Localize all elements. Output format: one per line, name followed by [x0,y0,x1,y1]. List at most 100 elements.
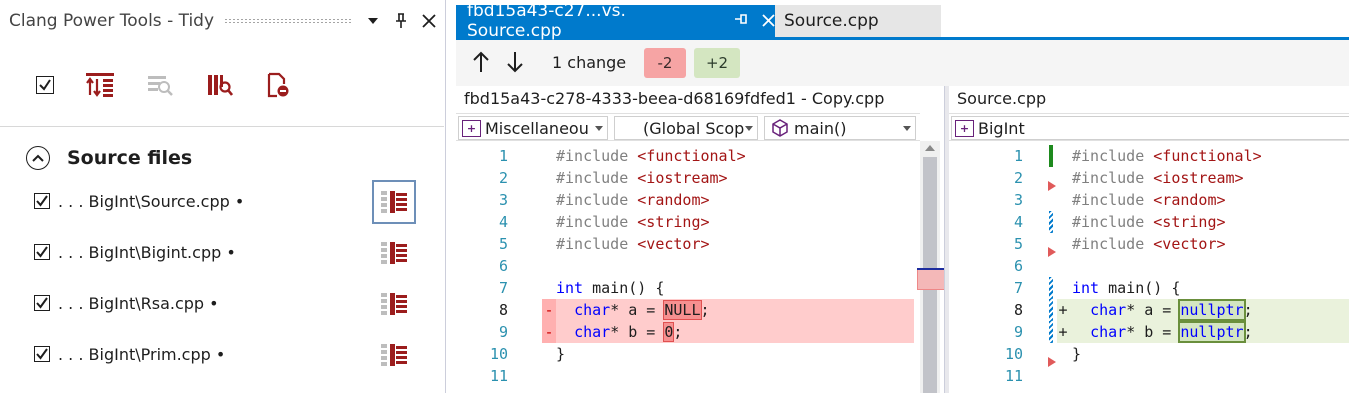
left-file-caption: fbd15a43-c278-4333-beea-d68169fdfed1 - C… [464,89,885,108]
left-vertical-scrollbar[interactable] [920,141,940,393]
section-title: Source files [67,147,193,169]
tidy-file-button[interactable] [372,282,416,326]
code-token: #include [1072,235,1154,253]
code-line: 7 int main() { [456,277,944,299]
scope-combo[interactable]: (Global Scop [614,116,758,140]
window-menu-button[interactable] [362,10,384,32]
title-grip[interactable] [224,18,352,24]
method-cube-icon [771,119,789,137]
tidy-refresh-button[interactable] [205,70,235,100]
caret-position-marker [917,268,944,270]
file-label: . . . BigInt\Rsa.cpp • [58,293,219,313]
code-text: char* a = nullptr; [1072,299,1253,321]
tab-label: Source.cpp [784,11,879,31]
code-line: 1 #include <functional> [456,145,944,167]
tidy-discard-button[interactable] [145,70,175,100]
pin-button[interactable] [390,10,412,32]
tidy-file-button[interactable] [372,180,416,224]
code-token: char [1090,301,1127,319]
added-token: nullptr [1178,321,1246,343]
code-token: char [574,301,611,319]
chevron-up-icon [32,154,44,162]
change-arrow-marker [1048,357,1056,367]
line-number: 8 [498,301,508,319]
file-remove-icon [267,72,289,98]
added-lines-badge: +2 [694,48,740,78]
project-combo[interactable]: + BigInt [951,116,1349,140]
code-line: 11 [456,365,944,387]
cpp-file-icon: + [462,119,481,137]
tab-diff[interactable]: fbd15a43-c27...vs. Source.cpp [456,1,775,41]
code-token: <random> [1153,191,1226,209]
close-button[interactable] [418,10,440,32]
added-line-marker: + [1058,301,1068,319]
code-token: <string> [1153,213,1226,231]
code-token: #include [556,235,638,253]
chevron-down-icon [595,126,603,131]
file-checkbox[interactable] [34,346,50,362]
code-line: 10} [456,343,944,365]
tidy-fix-button[interactable] [85,70,115,100]
tidy-file-button[interactable] [372,231,416,275]
tab-source-cpp[interactable]: Source.cpp [775,5,941,37]
code-text: char* a = NULL; [556,299,710,321]
document-tab-strip: fbd15a43-c27...vs. Source.cpp Source.cpp [456,0,1349,41]
project-combo-value: Miscellaneou [485,118,589,138]
line-number: 1 [1013,147,1023,165]
code-text: #include <string> [1072,211,1226,233]
tab-close-icon[interactable] [762,12,775,31]
file-row-rsa-cpp[interactable]: . . . BigInt\Rsa.cpp • [34,288,424,318]
scope-combo-value: (Global Scop [643,118,745,138]
line-number: 9 [1013,323,1023,341]
code-token: * a = [1126,301,1181,319]
code-text: #include <iostream> [556,167,728,189]
checkmark-icon [36,348,48,360]
line-number: 8 [1013,301,1023,319]
previous-change-button[interactable] [470,50,492,74]
code-token: <vector> [1153,235,1226,253]
line-number: 3 [498,191,508,209]
code-token: } [556,345,566,363]
deleted-line-marker: - [542,321,556,343]
code-token: #include [556,191,638,209]
file-remove-button[interactable] [263,70,293,100]
deleted-line-marker: - [542,299,556,321]
tidy-file-icon [381,344,407,366]
select-all-checkbox[interactable] [30,70,60,100]
scroll-up-icon[interactable] [925,145,935,151]
code-token: int [556,279,584,297]
line-number: 6 [498,257,508,275]
right-code-area[interactable]: 1 #include <functional> 2 #include <iostrea… [949,143,1349,393]
file-row-source-cpp[interactable]: . . . BigInt\Source.cpp • [34,180,424,224]
change-arrow-marker [1048,247,1056,257]
checkmark-icon [36,195,48,207]
tidy-file-button[interactable] [372,333,416,377]
unsaved-change-bar [1049,277,1053,299]
tidy-refresh-icon [208,75,233,96]
tool-window-title-bar: Clang Power Tools - Tidy [0,0,446,42]
checkmark-icon [36,246,48,258]
file-checkbox[interactable] [34,244,50,260]
code-line: - 9 char* b = 0; [456,321,944,343]
diff-toolbar: 1 change -2 +2 [456,40,1349,86]
line-number: 10 [489,345,508,363]
line-number: 5 [498,235,508,253]
code-token: #include [1072,169,1154,187]
project-combo[interactable]: + Miscellaneou [458,116,608,140]
file-row-bigint-cpp[interactable]: . . . BigInt\Bigint.cpp • [34,237,424,267]
file-row-prim-cpp[interactable]: . . . BigInt\Prim.cpp • [34,339,424,369]
code-text: char* b = 0; [556,321,682,343]
tab-label: fbd15a43-c27...vs. Source.cpp [467,1,626,41]
left-code-area[interactable]: 1 #include <functional> 2 #include <iostrea… [456,143,944,393]
file-checkbox[interactable] [34,295,50,311]
code-line: 2 #include <iostream> [949,167,1349,189]
collapse-button[interactable] [26,146,50,170]
tab-pin-icon[interactable] [734,13,748,29]
code-text: #include <string> [556,211,710,233]
code-token: * b = [1126,323,1181,341]
next-change-button[interactable] [504,50,526,74]
file-checkbox[interactable] [34,193,50,209]
member-combo[interactable]: main() [764,116,916,140]
code-token: char [574,323,611,341]
